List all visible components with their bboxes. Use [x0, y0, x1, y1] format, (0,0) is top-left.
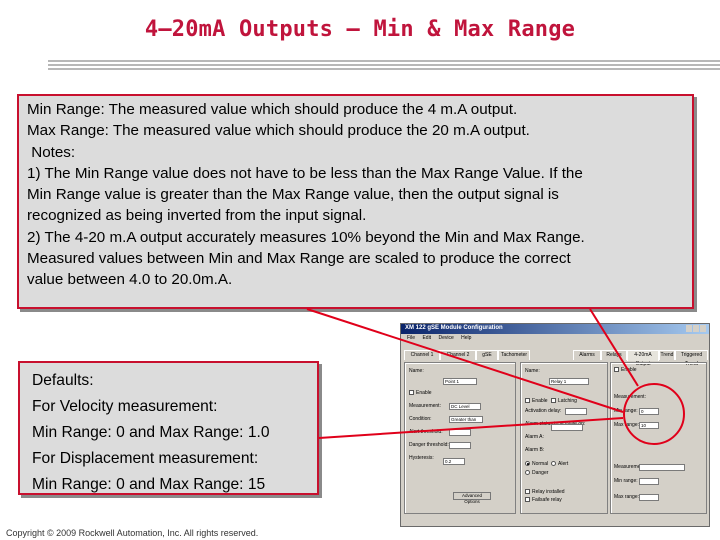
pointer-line-defaults: [318, 417, 624, 439]
pointer-line-main: [589, 308, 639, 387]
copyright-footer: Copyright © 2009 Rockwell Automation, In…: [6, 528, 259, 538]
pointer-line-defaults-top: [306, 308, 624, 413]
pointer-arrows: [306, 308, 639, 439]
